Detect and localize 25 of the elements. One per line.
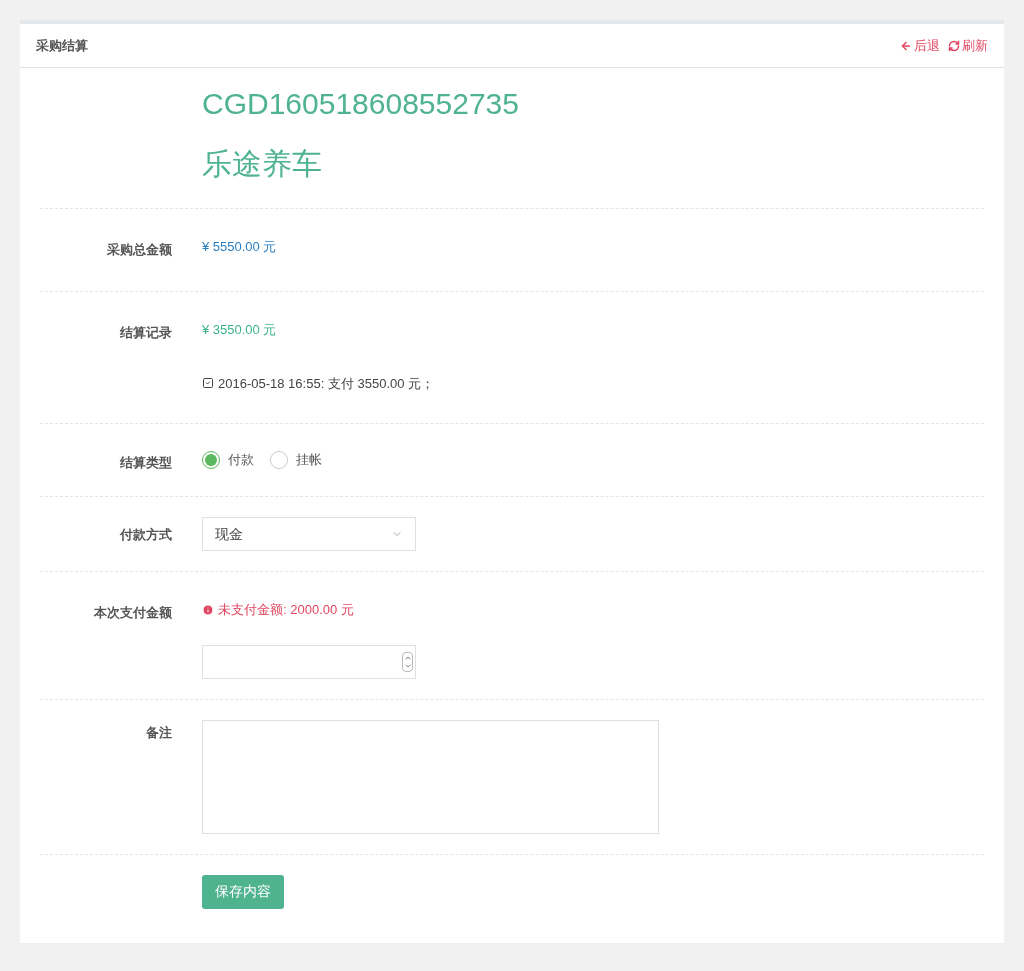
arrow-left-icon [900, 39, 912, 52]
field-label: 本次支付金额 [94, 605, 172, 620]
unpaid-notice: 未支付金额: 2000.00 元 [218, 601, 354, 619]
refresh-icon [948, 39, 960, 52]
field-label: 采购总金额 [107, 242, 172, 257]
spinner-control[interactable] [402, 651, 413, 672]
radio-option[interactable]: 付款 [202, 450, 254, 470]
checkbox-checked-icon [202, 377, 214, 390]
field-label: 付款方式 [120, 527, 172, 542]
field-label: 结算类型 [120, 455, 172, 470]
payment-record: 2016-05-18 16:55: 支付 3550.00 元； [218, 374, 435, 393]
info-icon [202, 603, 214, 616]
order-number: CGD160518608552735 [202, 86, 519, 122]
field-label: 备注 [146, 724, 172, 740]
amount-input-field[interactable] [202, 644, 416, 679]
total-amount: ¥ 5550.00 元 [202, 238, 277, 256]
settled-amount: ¥ 3550.00 元 [202, 321, 278, 339]
refresh-link[interactable]: 刷新 [948, 35, 988, 56]
field-label: 结算记录 [120, 325, 172, 340]
back-link[interactable]: 后退 [900, 35, 940, 56]
supplier-name: 乐途养车 [202, 146, 323, 182]
payment-method-select[interactable]: 现金 [202, 517, 416, 551]
radio-option[interactable]: 挂帐 [270, 450, 322, 470]
panel-title: 采购结算 [36, 36, 88, 55]
note-textarea[interactable] [202, 719, 659, 834]
